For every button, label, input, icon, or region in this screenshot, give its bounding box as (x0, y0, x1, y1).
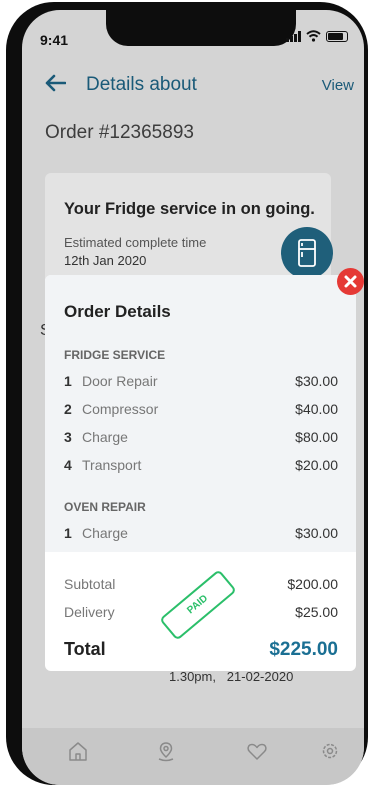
line-item-name: Transport (82, 457, 142, 473)
line-item-number: 3 (64, 429, 72, 445)
line-item: 2 Compressor $40.00 (64, 401, 338, 417)
estimated-time-label: Estimated complete time (64, 235, 207, 250)
line-item: 1 Door Repair $30.00 (64, 373, 338, 389)
line-item-price: $40.00 (295, 401, 338, 417)
line-item-name: Charge (82, 429, 128, 445)
app-screen: 9:41 Details about View Order #12365893 … (22, 10, 364, 785)
total-label: Total (64, 639, 106, 659)
line-item-price: $80.00 (295, 429, 338, 445)
line-item-number: 2 (64, 401, 72, 417)
fridge-badge (281, 227, 333, 279)
signal-icon (286, 30, 301, 42)
line-item-price: $30.00 (295, 525, 338, 541)
line-item: 1 Charge $30.00 (64, 525, 338, 541)
total-row: Total $225.00 (64, 639, 338, 660)
line-item-number: 1 (64, 373, 72, 389)
line-item-name: Charge (82, 525, 128, 541)
status-time: 9:41 (40, 32, 69, 48)
bottom-tab-bar (22, 728, 364, 785)
heart-icon[interactable] (246, 740, 268, 762)
line-item-price: $30.00 (295, 373, 338, 389)
close-button[interactable] (337, 268, 364, 295)
delivery-value: $25.00 (295, 604, 338, 620)
section-heading-oven: OVEN REPAIR (64, 500, 146, 514)
line-item-number: 4 (64, 457, 72, 473)
line-item-name: Compressor (82, 401, 159, 417)
wifi-icon (306, 30, 321, 42)
page-title: Details about (86, 74, 197, 95)
fridge-icon (298, 239, 316, 267)
order-number: Order #12365893 (45, 122, 194, 143)
battery-icon (326, 30, 348, 42)
order-details-title: Order Details (64, 302, 171, 321)
close-icon (344, 275, 357, 288)
background-date-time: 1.30pm, 21-02-2020 (169, 669, 294, 684)
settings-icon[interactable] (319, 740, 341, 762)
line-item: 4 Transport $20.00 (64, 457, 338, 473)
service-status-heading: Your Fridge service in on going. (64, 200, 315, 218)
phone-frame: 9:41 Details about View Order #12365893 … (6, 2, 368, 785)
subtotal-label: Subtotal (64, 576, 116, 592)
notch (106, 10, 296, 46)
subtotal-value: $200.00 (287, 576, 338, 592)
location-icon[interactable] (155, 740, 177, 762)
delivery-label: Delivery (64, 604, 115, 620)
home-icon[interactable] (67, 740, 89, 762)
back-arrow-icon[interactable] (44, 74, 66, 92)
line-item-number: 1 (64, 525, 72, 541)
line-item-name: Door Repair (82, 373, 158, 389)
section-heading-fridge: FRIDGE SERVICE (64, 348, 166, 362)
status-icons (286, 30, 348, 42)
view-button[interactable]: View (322, 77, 354, 94)
line-item-price: $20.00 (295, 457, 338, 473)
total-value: $225.00 (269, 639, 338, 660)
estimated-time-value: 12th Jan 2020 (64, 253, 147, 268)
line-item: 3 Charge $80.00 (64, 429, 338, 445)
